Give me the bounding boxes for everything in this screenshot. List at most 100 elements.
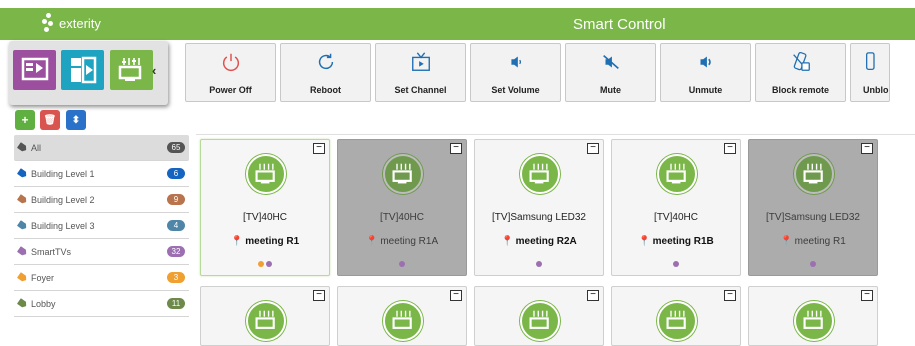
smart-tv-icon [657, 154, 697, 194]
device-name: [TV]40HC [243, 212, 287, 223]
tag-icon [17, 220, 28, 231]
group-item-smarttvs[interactable]: SmartTVs 32 [14, 239, 189, 265]
device-name: [TV]40HC [380, 212, 424, 223]
device-location: 📍 meeting R1 [201, 236, 329, 247]
device-location: 📍 meeting R1B [612, 236, 740, 247]
collapse-chevron-icon[interactable]: ‹ [152, 63, 156, 78]
power-off-button[interactable]: Power Off [185, 43, 276, 102]
reboot-icon [318, 53, 333, 70]
tile-view-icon [118, 58, 141, 81]
header-bar: exterity Smart Control [0, 8, 915, 40]
device-tile[interactable]: − [337, 286, 467, 346]
unmute-button[interactable]: Unmute [660, 43, 751, 102]
group-item-all[interactable]: All 65 [14, 135, 189, 161]
device-location-text: meeting R2A [515, 236, 577, 247]
device-tile[interactable]: − [TV]Samsung LED32 📍 meeting R2A [474, 139, 604, 276]
group-item-building-level-3[interactable]: Building Level 3 4 [14, 213, 189, 239]
collapse-tile-button[interactable]: − [861, 143, 873, 154]
device-command-toolbar: Power Off Reboot Set Channel Set Volume … [185, 43, 890, 102]
unmute-icon [700, 56, 711, 68]
set-volume-button[interactable]: Set Volume [470, 43, 561, 102]
device-group-dots [201, 261, 329, 267]
block-remote-icon [792, 51, 810, 71]
device-name: [TV]Samsung LED32 [766, 212, 860, 223]
group-item-foyer[interactable]: Foyer 3 [14, 265, 189, 291]
device-location-text: meeting R1B [652, 236, 714, 247]
page-title: Smart Control [573, 16, 666, 33]
group-count-badge: 65 [167, 142, 185, 153]
content-divider [196, 134, 915, 135]
group-list: All 65 Building Level 1 6 Building Level… [14, 135, 189, 317]
group-dot [810, 261, 816, 267]
device-tile[interactable]: − [TV]40HC 📍 meeting R1B [611, 139, 741, 276]
collapse-tile-button[interactable]: − [587, 290, 599, 301]
group-count-badge: 32 [167, 246, 185, 257]
tag-icon [17, 194, 28, 205]
smart-tv-icon [657, 301, 697, 341]
collapse-tile-button[interactable]: − [587, 143, 599, 154]
power-off-label: Power Off [209, 85, 252, 95]
collapse-tile-button[interactable]: − [450, 290, 462, 301]
location-pin-icon: 📍 [638, 236, 651, 247]
group-label: Foyer [31, 272, 55, 283]
collapse-tile-button[interactable]: − [313, 290, 325, 301]
tile-view-button[interactable] [110, 50, 153, 90]
reboot-label: Reboot [310, 85, 341, 95]
collapse-tile-button[interactable]: − [724, 143, 736, 154]
device-tile[interactable]: − [748, 286, 878, 346]
device-tile[interactable]: − [TV]40HC 📍 meeting R1A [337, 139, 467, 276]
list-view-icon [21, 57, 48, 81]
group-label: Building Level 1 [31, 168, 95, 179]
tag-icon [17, 142, 28, 153]
block-remote-button[interactable]: Block remote [755, 43, 846, 102]
exterity-logo: exterity [42, 13, 101, 33]
group-item-building-level-2[interactable]: Building Level 2 9 [14, 187, 189, 213]
delete-group-button[interactable]: 🗑 [40, 110, 60, 130]
grid-view-button[interactable] [61, 50, 104, 90]
sort-groups-button[interactable]: ⬍ [66, 110, 86, 130]
group-count-badge: 11 [167, 298, 185, 309]
collapse-tile-button[interactable]: − [861, 290, 873, 301]
group-dot [266, 261, 272, 267]
logo-dots-icon [42, 13, 56, 33]
group-item-building-level-1[interactable]: Building Level 1 6 [14, 161, 189, 187]
device-tile[interactable]: − [474, 286, 604, 346]
set-channel-button[interactable]: Set Channel [375, 43, 466, 102]
set-volume-label: Set Volume [491, 85, 540, 95]
group-dot [399, 261, 405, 267]
device-group-dots [612, 261, 740, 267]
location-pin-icon: 📍 [501, 236, 514, 247]
collapse-tile-button[interactable]: − [724, 290, 736, 301]
device-tile[interactable]: − [200, 286, 330, 346]
device-location: 📍 meeting R1A [338, 236, 466, 247]
mute-icon [602, 54, 619, 70]
unblock-remote-button[interactable]: Unblo [850, 43, 890, 102]
volume-icon [510, 56, 521, 68]
list-view-button[interactable] [13, 50, 56, 90]
device-tile[interactable]: − [TV]Samsung LED32 📍 meeting R1 [748, 139, 878, 276]
tag-icon [17, 272, 28, 283]
location-pin-icon: 📍 [230, 236, 244, 247]
group-count-badge: 9 [167, 194, 185, 205]
block-remote-label: Block remote [771, 85, 830, 95]
device-location: 📍 meeting R2A [475, 236, 603, 247]
device-location-text: meeting R1 [794, 236, 846, 247]
smart-tv-icon [383, 301, 423, 341]
smart-tv-icon [794, 301, 834, 341]
group-dot [673, 261, 679, 267]
device-group-dots [338, 261, 466, 267]
group-dot [536, 261, 542, 267]
collapse-tile-button[interactable]: − [450, 143, 462, 154]
device-group-dots [475, 261, 603, 267]
group-item-lobby[interactable]: Lobby 11 [14, 291, 189, 317]
smart-tv-icon [246, 154, 286, 194]
group-label: Lobby [31, 298, 56, 309]
device-tile[interactable]: − [611, 286, 741, 346]
add-group-button[interactable]: + [15, 110, 35, 130]
reboot-button[interactable]: Reboot [280, 43, 371, 102]
smart-tv-icon [246, 301, 286, 341]
collapse-tile-button[interactable]: − [313, 143, 325, 154]
tag-icon [17, 298, 28, 309]
device-tile[interactable]: − [TV]40HC 📍 meeting R1 [200, 139, 330, 276]
mute-button[interactable]: Mute [565, 43, 656, 102]
